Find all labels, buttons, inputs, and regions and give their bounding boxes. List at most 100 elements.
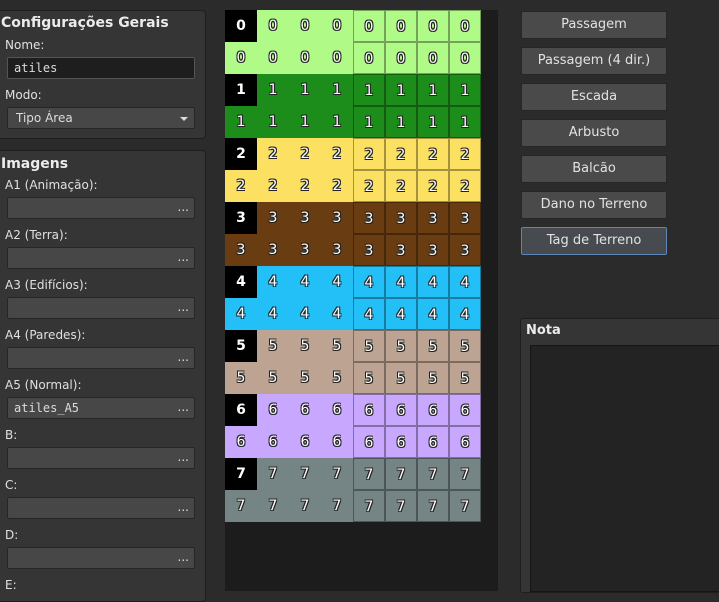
tile-cell[interactable]: 7 [417, 490, 449, 522]
tile-cell[interactable]: 7 [321, 490, 353, 522]
tile-cell[interactable]: 0 [353, 10, 385, 42]
tile-cell[interactable]: 2 [321, 138, 353, 170]
tile-cell[interactable]: 0 [417, 42, 449, 74]
tile-cell[interactable]: 0 [321, 10, 353, 42]
image-slot-field[interactable]: ... [7, 347, 195, 369]
tile-cell[interactable]: 1 [417, 74, 449, 106]
image-slot-field[interactable]: ... [7, 247, 195, 269]
tile-cell[interactable]: 0 [289, 42, 321, 74]
tile-cell[interactable]: 1 [225, 74, 257, 106]
browse-button[interactable]: ... [178, 447, 189, 467]
tile-cell[interactable]: 0 [385, 10, 417, 42]
tile-cell[interactable]: 3 [289, 234, 321, 266]
tile-cell[interactable]: 4 [289, 266, 321, 298]
tile-cell[interactable]: 2 [289, 138, 321, 170]
tile-cell[interactable]: 4 [449, 298, 481, 330]
tile-cell[interactable]: 6 [257, 394, 289, 426]
note-textarea[interactable] [530, 345, 719, 592]
image-slot-field[interactable]: ... [7, 497, 195, 519]
tile-cell[interactable]: 7 [353, 490, 385, 522]
browse-button[interactable]: ... [178, 397, 189, 417]
browse-button[interactable]: ... [178, 547, 189, 567]
tile-cell[interactable]: 0 [225, 10, 257, 42]
tile-cell[interactable]: 7 [257, 490, 289, 522]
tile-cell[interactable]: 6 [289, 394, 321, 426]
tile-cell[interactable]: 6 [449, 394, 481, 426]
tile-cell[interactable]: 6 [321, 426, 353, 458]
tile-cell[interactable]: 5 [385, 330, 417, 362]
tile-cell[interactable]: 6 [321, 394, 353, 426]
tile-cell[interactable]: 7 [449, 458, 481, 490]
tile-cell[interactable]: 4 [225, 298, 257, 330]
mode-select[interactable]: Tipo Área [7, 107, 195, 129]
tile-cell[interactable]: 0 [257, 10, 289, 42]
tile-cell[interactable]: 7 [321, 458, 353, 490]
tile-cell[interactable]: 1 [353, 106, 385, 138]
tile-cell[interactable]: 3 [385, 202, 417, 234]
tile-cell[interactable]: 6 [289, 426, 321, 458]
tile-cell[interactable]: 4 [385, 266, 417, 298]
tile-cell[interactable]: 4 [321, 266, 353, 298]
tile-cell[interactable]: 7 [353, 458, 385, 490]
tile-cell[interactable]: 3 [449, 202, 481, 234]
tile-cell[interactable]: 0 [449, 10, 481, 42]
image-slot-field[interactable]: ... [7, 547, 195, 569]
browse-button[interactable]: ... [178, 247, 189, 267]
tile-cell[interactable]: 4 [353, 266, 385, 298]
tile-cell[interactable]: 1 [289, 74, 321, 106]
tile-cell[interactable]: 6 [257, 426, 289, 458]
tile-cell[interactable]: 3 [225, 202, 257, 234]
tile-cell[interactable]: 5 [289, 362, 321, 394]
tile-cell[interactable]: 7 [289, 458, 321, 490]
tile-cell[interactable]: 3 [417, 234, 449, 266]
tileset-grid[interactable]: 0000000000000000111111111111111122222222… [225, 10, 498, 591]
tile-cell[interactable]: 5 [289, 330, 321, 362]
tile-cell[interactable]: 1 [449, 106, 481, 138]
terrain-option-button[interactable]: Balcão [521, 155, 667, 183]
tile-cell[interactable]: 4 [257, 298, 289, 330]
terrain-option-button[interactable]: Arbusto [521, 119, 667, 147]
tile-cell[interactable]: 7 [225, 458, 257, 490]
tile-cell[interactable]: 3 [289, 202, 321, 234]
terrain-option-button[interactable]: Passagem (4 dir.) [521, 47, 667, 75]
tile-cell[interactable]: 0 [385, 42, 417, 74]
tile-cell[interactable]: 4 [353, 298, 385, 330]
tile-cell[interactable]: 5 [353, 330, 385, 362]
tile-cell[interactable]: 7 [257, 458, 289, 490]
image-slot-field[interactable]: ... [7, 197, 195, 219]
tile-cell[interactable]: 2 [353, 170, 385, 202]
tile-cell[interactable]: 5 [225, 330, 257, 362]
tile-cell[interactable]: 2 [321, 170, 353, 202]
tile-cell[interactable]: 3 [321, 202, 353, 234]
tile-cell[interactable]: 2 [449, 170, 481, 202]
tile-cell[interactable]: 3 [257, 234, 289, 266]
tile-cell[interactable]: 5 [225, 362, 257, 394]
tile-cell[interactable]: 3 [417, 202, 449, 234]
tile-cell[interactable]: 2 [289, 170, 321, 202]
tile-cell[interactable]: 6 [385, 426, 417, 458]
tile-cell[interactable]: 3 [225, 234, 257, 266]
tile-cell[interactable]: 5 [321, 330, 353, 362]
tile-cell[interactable]: 2 [353, 138, 385, 170]
tile-cell[interactable]: 0 [289, 10, 321, 42]
tile-cell[interactable]: 2 [385, 170, 417, 202]
tile-cell[interactable]: 3 [385, 234, 417, 266]
tile-cell[interactable]: 1 [257, 74, 289, 106]
tile-cell[interactable]: 6 [353, 426, 385, 458]
tile-cell[interactable]: 7 [449, 490, 481, 522]
tile-cell[interactable]: 4 [417, 298, 449, 330]
tile-cell[interactable]: 1 [385, 74, 417, 106]
tile-cell[interactable]: 2 [449, 138, 481, 170]
tile-cell[interactable]: 5 [385, 362, 417, 394]
tile-cell[interactable]: 1 [321, 106, 353, 138]
tile-cell[interactable]: 5 [257, 362, 289, 394]
tile-cell[interactable]: 5 [449, 362, 481, 394]
tile-cell[interactable]: 2 [417, 170, 449, 202]
terrain-option-button[interactable]: Dano no Terreno [521, 191, 667, 219]
tile-cell[interactable]: 1 [417, 106, 449, 138]
tile-cell[interactable]: 4 [225, 266, 257, 298]
tile-cell[interactable]: 1 [449, 74, 481, 106]
tile-cell[interactable]: 7 [289, 490, 321, 522]
tile-cell[interactable]: 0 [225, 42, 257, 74]
tile-cell[interactable]: 2 [417, 138, 449, 170]
